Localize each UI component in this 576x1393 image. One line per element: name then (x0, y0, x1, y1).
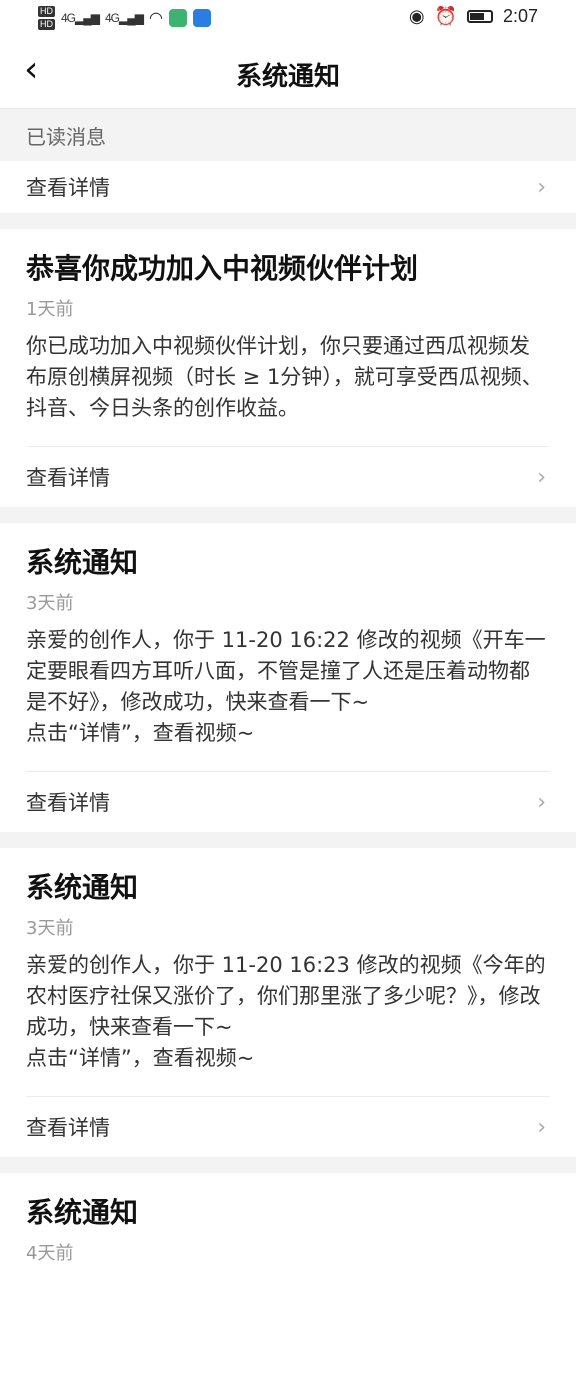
signal-icon: 4G▂▄▆ (61, 11, 100, 25)
notice-time: 1天前 (26, 299, 74, 320)
status-right: ◉ ⏰ 2:07 (409, 6, 538, 27)
chevron-right-icon: › (537, 1114, 546, 1140)
nav-bar: ‹ 系统通知 (0, 36, 576, 109)
status-left: HD HD 4G▂▄▆ 4G▂▄▆ ◠ (38, 6, 211, 30)
divider (0, 507, 576, 523)
chevron-right-icon: › (537, 789, 546, 815)
alarm-icon: ⏰ (434, 6, 457, 26)
notice-body: 亲爱的创作人，你于 11-20 16:23 修改的视频《今年的农村医疗社保又涨价… (26, 953, 546, 1070)
view-details-row[interactable]: 查看详情 › (26, 1097, 550, 1157)
notice-body: 你已成功加入中视频伙伴计划，你只要通过西瓜视频发布原创横屏视频（时长 ≥ 1分钟… (26, 334, 543, 420)
view-details-row[interactable]: 查看详情 › (26, 772, 550, 832)
read-message-card: 查看详情 › (0, 161, 576, 213)
view-details-row[interactable]: 查看详情 › (0, 161, 576, 213)
view-details-label: 查看详情 (26, 1116, 110, 1140)
notice-title: 系统通知 (26, 871, 139, 904)
notice-title: 系统通知 (26, 1196, 139, 1229)
page-title: 系统通知 (235, 62, 340, 92)
view-details-label: 查看详情 (26, 176, 110, 200)
notice-time: 3天前 (26, 593, 74, 614)
signal-label: 4G (104, 11, 120, 25)
read-messages-header: 已读消息 (0, 109, 576, 161)
hd-badge: HD (38, 6, 55, 17)
notice-card: 系统通知 4天前 (0, 1173, 576, 1393)
notice-time: 4天前 (26, 1243, 74, 1264)
wifi-icon: ◠ (148, 10, 163, 27)
hd-badge: HD (38, 19, 55, 30)
status-bar: HD HD 4G▂▄▆ 4G▂▄▆ ◠ ◉ ⏰ 2:07 (0, 0, 576, 36)
signal-label: 4G (61, 11, 76, 25)
divider (0, 1157, 576, 1173)
eye-icon: ◉ (408, 6, 425, 26)
notice-card: 恭喜你成功加入中视频伙伴计划 1天前 你已成功加入中视频伙伴计划，你只要通过西瓜… (0, 229, 576, 507)
view-details-label: 查看详情 (26, 466, 110, 490)
notice-body: 亲爱的创作人，你于 11-20 16:22 修改的视频《开车一定要眼看四方耳听八… (26, 628, 546, 745)
hd-indicators: HD HD (38, 6, 55, 30)
app-notification-icon (168, 9, 187, 27)
view-details-label: 查看详情 (26, 791, 110, 815)
view-details-row[interactable]: 查看详情 › (26, 447, 550, 507)
signal-icon: 4G▂▄▆ (104, 11, 144, 25)
chevron-right-icon: › (537, 174, 546, 200)
app-notification-icon (192, 9, 211, 27)
notice-time: 3天前 (26, 918, 74, 939)
notice-title: 恭喜你成功加入中视频伙伴计划 (26, 252, 419, 285)
clock: 2:07 (502, 6, 538, 26)
divider (0, 832, 576, 848)
notice-card: 系统通知 3天前 亲爱的创作人，你于 11-20 16:22 修改的视频《开车一… (0, 523, 576, 832)
chevron-right-icon: › (537, 464, 546, 490)
notice-card: 系统通知 3天前 亲爱的创作人，你于 11-20 16:23 修改的视频《今年的… (0, 848, 576, 1157)
notice-title: 系统通知 (26, 546, 139, 579)
battery-icon (466, 10, 493, 23)
divider (0, 213, 576, 229)
